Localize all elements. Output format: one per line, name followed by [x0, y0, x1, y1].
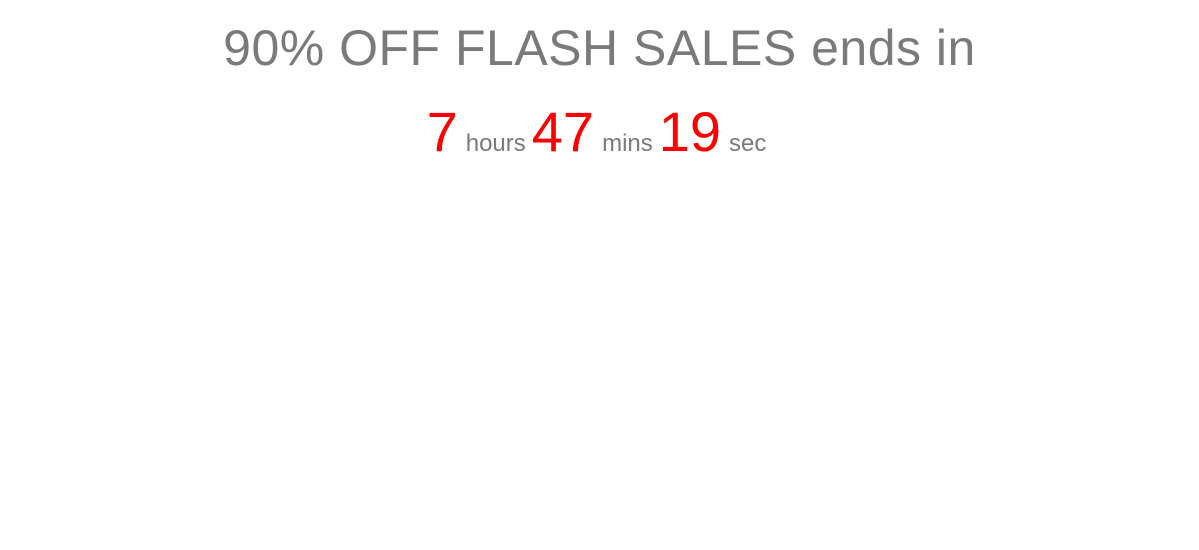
- countdown-secs-value: 19: [658, 100, 722, 163]
- countdown-hours-value: 7: [426, 100, 458, 163]
- countdown-mins-label: mins: [602, 130, 653, 157]
- flash-sale-page: 90% OFF FLASH SALES ends in 7 hours 47 mins…: [0, 0, 1199, 550]
- countdown-secs-label: sec: [729, 130, 767, 157]
- countdown-timer: 7 hours 47 mins 19 sec: [0, 100, 1199, 179]
- flash-sale-headline: 90% OFF FLASH SALES ends in: [223, 20, 976, 76]
- countdown-mins-value: 47: [531, 100, 595, 163]
- countdown-hours-label: hours: [465, 130, 526, 157]
